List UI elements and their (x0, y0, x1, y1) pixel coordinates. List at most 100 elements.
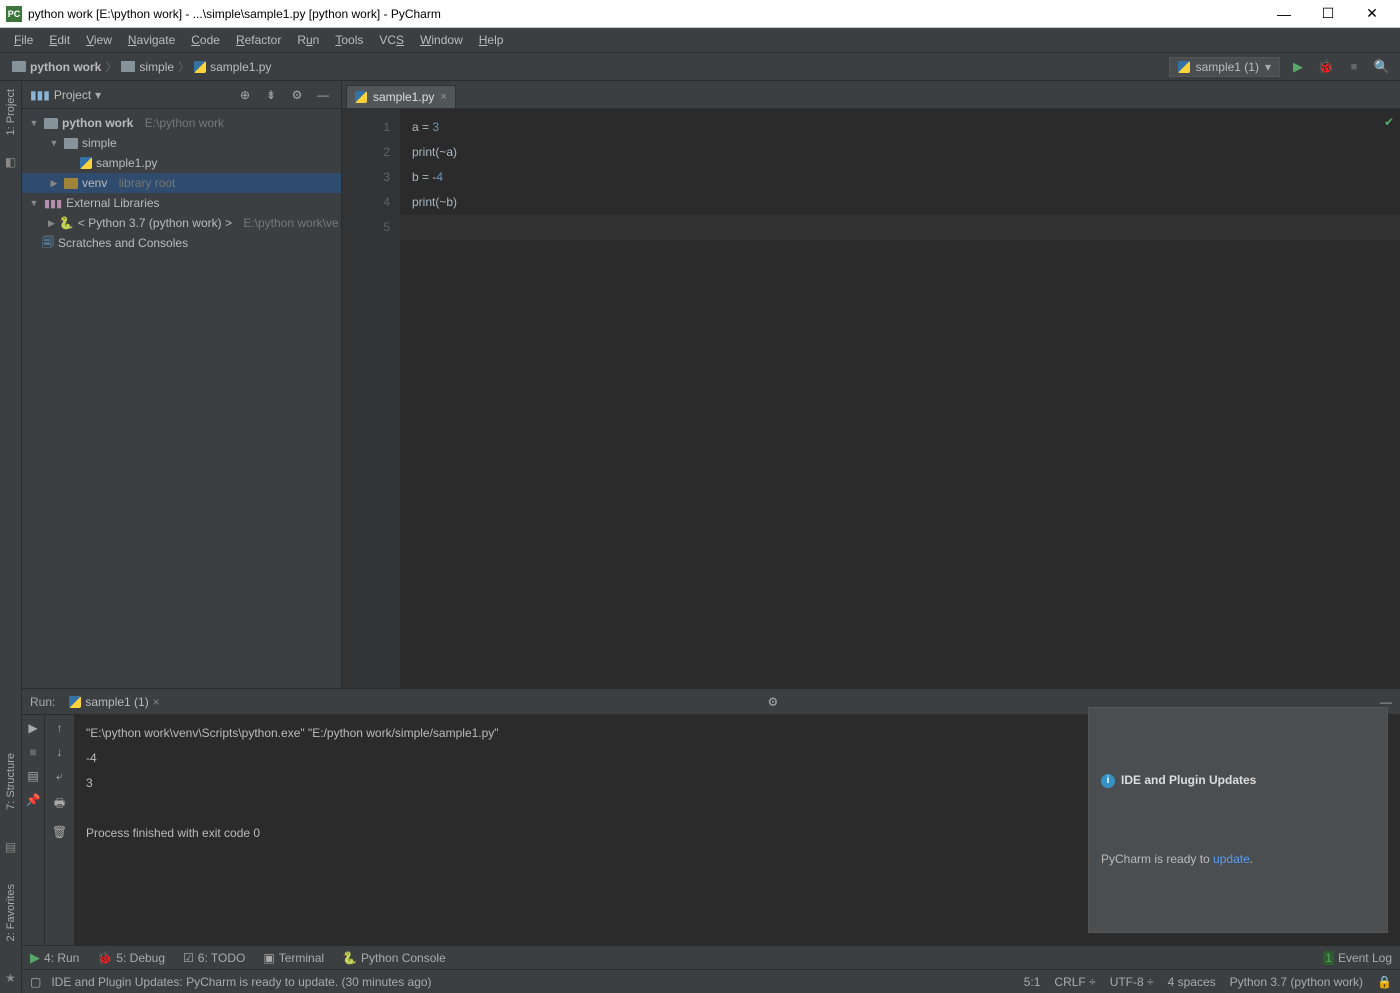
menu-bar: File Edit View Navigate Code Refactor Ru… (0, 28, 1400, 53)
settings-button[interactable]: ⚙ (287, 88, 307, 102)
tree-folder-venv[interactable]: ▶ venv library root (22, 173, 341, 193)
status-encoding[interactable]: UTF-8 ÷ (1110, 975, 1154, 989)
clear-button[interactable]: 🗑 (52, 825, 67, 839)
breadcrumb-root[interactable]: python work (8, 60, 105, 74)
minimize-button[interactable]: — (1262, 0, 1306, 28)
editor-tabs: sample1.py × (342, 81, 1400, 109)
menu-window[interactable]: Window (414, 31, 469, 49)
status-line-sep[interactable]: CRLF ÷ (1054, 975, 1095, 989)
status-indent[interactable]: 4 spaces (1168, 975, 1216, 989)
run-tool-window: Run: sample1 (1) × ⚙ — ▶ ■ ▤ 📌 ↑ (22, 689, 1400, 945)
pin-button[interactable]: 📌 (26, 793, 41, 807)
editor-area: sample1.py × 1 2 3 4 5 a = 3 print(~a) b… (342, 81, 1400, 688)
folder-icon (44, 118, 58, 129)
run-toolbar-left2: ↑ ↓ ⤶ 🖶 🗑 (44, 715, 74, 945)
layout-button[interactable]: ▤ (27, 769, 38, 783)
hide-button[interactable]: — (313, 88, 333, 102)
navigation-bar: python work 〉 simple 〉 sample1.py sample… (0, 53, 1400, 81)
up-button[interactable]: ↑ (57, 721, 63, 735)
run-toolbar-left: ▶ ■ ▤ 📌 (22, 715, 44, 945)
tool-structure-tab[interactable]: 7: Structure (5, 753, 17, 810)
library-icon: ▮▮▮ (44, 197, 62, 210)
menu-refactor[interactable]: Refactor (230, 31, 287, 49)
print-button[interactable]: 🖶 (54, 794, 65, 815)
project-sidebar: ▮▮▮ Project ▾ ⊕ ⇟ ⚙ — ▼ python work E:\p… (22, 81, 342, 688)
update-notification[interactable]: iIDE and Plugin Updates PyCharm is ready… (1088, 707, 1388, 933)
status-caret-pos[interactable]: 5:1 (1024, 975, 1041, 989)
menu-run[interactable]: Run (291, 31, 325, 49)
locate-file-button[interactable]: ⊕ (235, 88, 255, 102)
status-lock-icon[interactable]: 🔒 (1377, 975, 1392, 989)
line-gutter: 1 2 3 4 5 (342, 109, 400, 688)
stop-run-button[interactable]: ■ (29, 745, 36, 759)
run-config-selector[interactable]: sample1 (1) ▾ (1169, 57, 1280, 77)
tree-python-sdk[interactable]: ▶🐍 < Python 3.7 (python work) > E:\pytho… (22, 213, 341, 233)
menu-view[interactable]: View (80, 31, 118, 49)
python-file-icon (69, 696, 81, 708)
menu-edit[interactable]: Edit (43, 31, 76, 49)
window-titlebar: PC python work [E:\python work] - ...\si… (0, 0, 1400, 28)
python-file-icon (194, 61, 206, 73)
tree-file-sample1[interactable]: sample1.py (22, 153, 341, 173)
run-tab-sample1[interactable]: sample1 (1) × (63, 693, 165, 711)
chevron-down-icon: ▾ (95, 88, 101, 102)
tool-todo-tab[interactable]: ☑6: TODO (183, 951, 245, 965)
close-tab-icon[interactable]: × (153, 695, 160, 709)
python-file-icon (80, 157, 92, 169)
folder-icon (64, 138, 78, 149)
run-button[interactable]: ▶ (1288, 57, 1308, 77)
breadcrumb-folder[interactable]: simple (117, 60, 178, 74)
run-settings-button[interactable]: ⚙ (767, 695, 778, 709)
search-everywhere-button[interactable]: 🔍 (1372, 57, 1392, 77)
project-tree[interactable]: ▼ python work E:\python work ▼ simple sa… (22, 109, 341, 688)
structure-icon: ▤ (5, 840, 16, 854)
folder-icon (121, 61, 135, 72)
status-interpreter[interactable]: Python 3.7 (python work) (1230, 975, 1363, 989)
menu-tools[interactable]: Tools (329, 31, 369, 49)
tool-run-tab[interactable]: ▶4: Run (30, 950, 79, 966)
soft-wrap-button[interactable]: ⤶ (56, 769, 63, 784)
project-view-selector[interactable]: ▮▮▮ Project ▾ (30, 88, 229, 102)
rerun-button[interactable]: ▶ (28, 721, 37, 735)
tool-terminal-tab[interactable]: ▣Terminal (263, 951, 324, 965)
tree-scratches[interactable]: 🗐 Scratches and Consoles (22, 233, 341, 253)
down-button[interactable]: ↓ (57, 745, 63, 759)
maximize-button[interactable]: ☐ (1306, 0, 1350, 28)
menu-file[interactable]: File (8, 31, 39, 49)
inspection-ok-icon[interactable]: ✔ (1384, 115, 1394, 129)
bottom-tool-strip: ▶4: Run 🐞5: Debug ☑6: TODO ▣Terminal 🐍Py… (22, 945, 1400, 969)
python-icon: 🐍 (59, 216, 74, 230)
tree-project-root[interactable]: ▼ python work E:\python work (22, 113, 341, 133)
menu-navigate[interactable]: Navigate (122, 31, 181, 49)
run-config-label: sample1 (1) (1196, 60, 1259, 74)
tool-debug-tab[interactable]: 🐞5: Debug (97, 951, 165, 965)
chevron-right-icon: 〉 (178, 58, 190, 75)
bookmark-icon[interactable]: ◧ (5, 155, 16, 169)
status-message: IDE and Plugin Updates: PyCharm is ready… (51, 975, 431, 989)
update-link[interactable]: update (1213, 852, 1250, 866)
menu-help[interactable]: Help (473, 31, 510, 49)
menu-code[interactable]: Code (185, 31, 226, 49)
menu-vcs[interactable]: VCS (373, 31, 410, 49)
close-tab-icon[interactable]: × (440, 91, 446, 103)
run-console[interactable]: "E:\python work\venv\Scripts\python.exe"… (74, 715, 1400, 945)
tree-external-libraries[interactable]: ▼▮▮▮ External Libraries (22, 193, 341, 213)
tool-pyconsole-tab[interactable]: 🐍Python Console (342, 951, 446, 965)
collapse-all-button[interactable]: ⇟ (261, 88, 281, 102)
close-button[interactable]: ✕ (1350, 0, 1394, 28)
breadcrumb-file[interactable]: sample1.py (190, 60, 275, 74)
folder-icon (64, 178, 78, 189)
window-title: python work [E:\python work] - ...\simpl… (28, 7, 1262, 21)
tool-favorites-tab[interactable]: 2: Favorites (5, 884, 17, 941)
code-content[interactable]: a = 3 print(~a) b = -4 print(~b) (412, 115, 1400, 215)
chevron-down-icon: ▾ (1265, 60, 1271, 74)
debug-button[interactable]: 🐞 (1316, 57, 1336, 77)
editor-tab-sample1[interactable]: sample1.py × (346, 85, 456, 108)
tool-eventlog-tab[interactable]: 1Event Log (1323, 951, 1392, 965)
tool-project-tab[interactable]: 1: Project (5, 89, 17, 135)
status-quick-access-icon[interactable]: ▢ (30, 975, 41, 989)
tree-folder-simple[interactable]: ▼ simple (22, 133, 341, 153)
stop-button[interactable]: ■ (1344, 57, 1364, 77)
code-editor[interactable]: 1 2 3 4 5 a = 3 print(~a) b = -4 print(~… (342, 109, 1400, 688)
status-bar: ▢ IDE and Plugin Updates: PyCharm is rea… (22, 969, 1400, 993)
